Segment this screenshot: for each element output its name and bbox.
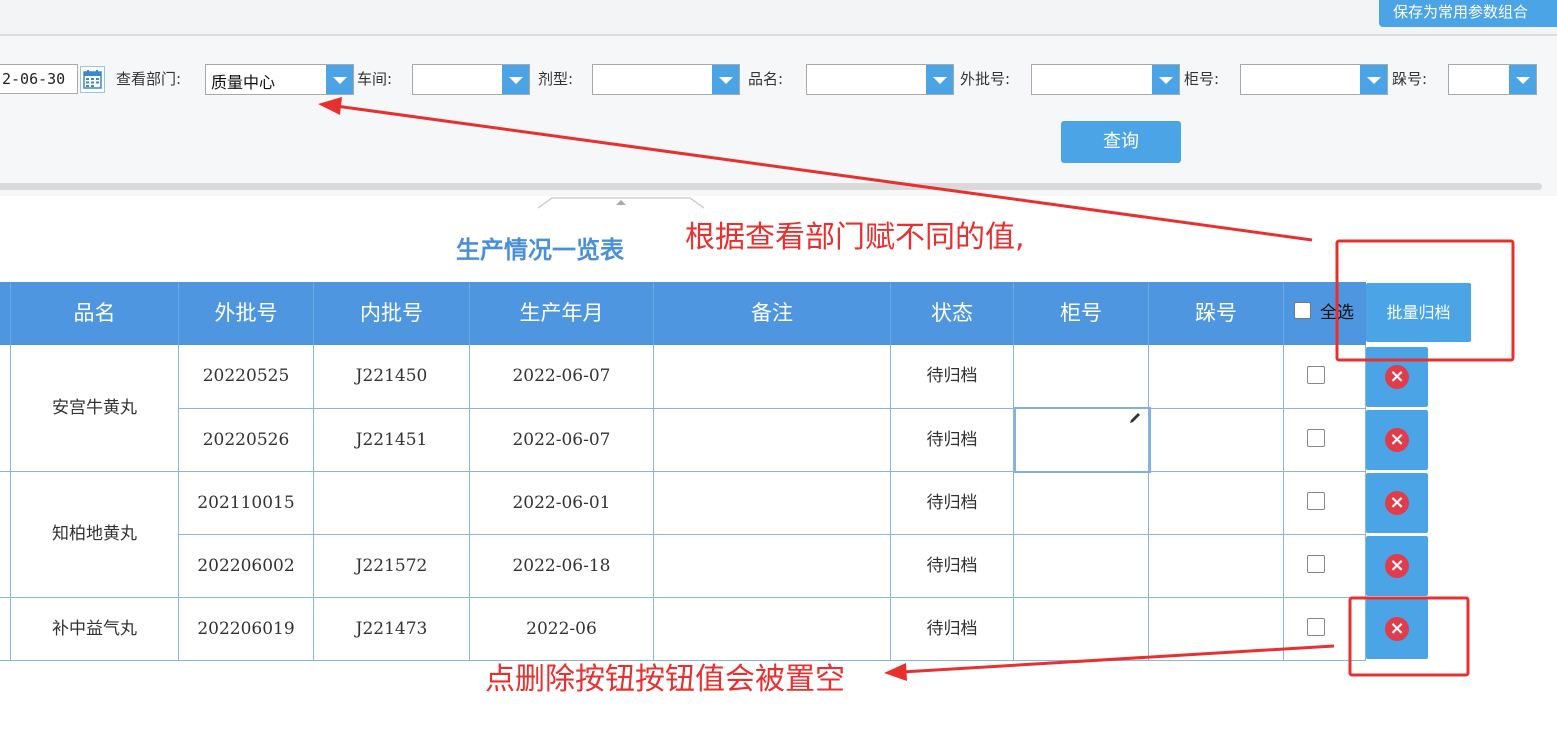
annotation-text-bottom: 点删除按钮按钮值会被置空	[485, 662, 845, 697]
annotation-box-delete	[1348, 596, 1470, 677]
annotation-arrow-bottom	[901, 644, 1335, 674]
annotation-overlay	[318, 97, 1515, 681]
annotation-box-batch	[1335, 239, 1515, 362]
arrowhead-top	[318, 97, 342, 115]
annotation-text-top: 根据查看部门赋不同的值,	[685, 220, 1025, 255]
arrowhead-bottom	[884, 663, 907, 681]
